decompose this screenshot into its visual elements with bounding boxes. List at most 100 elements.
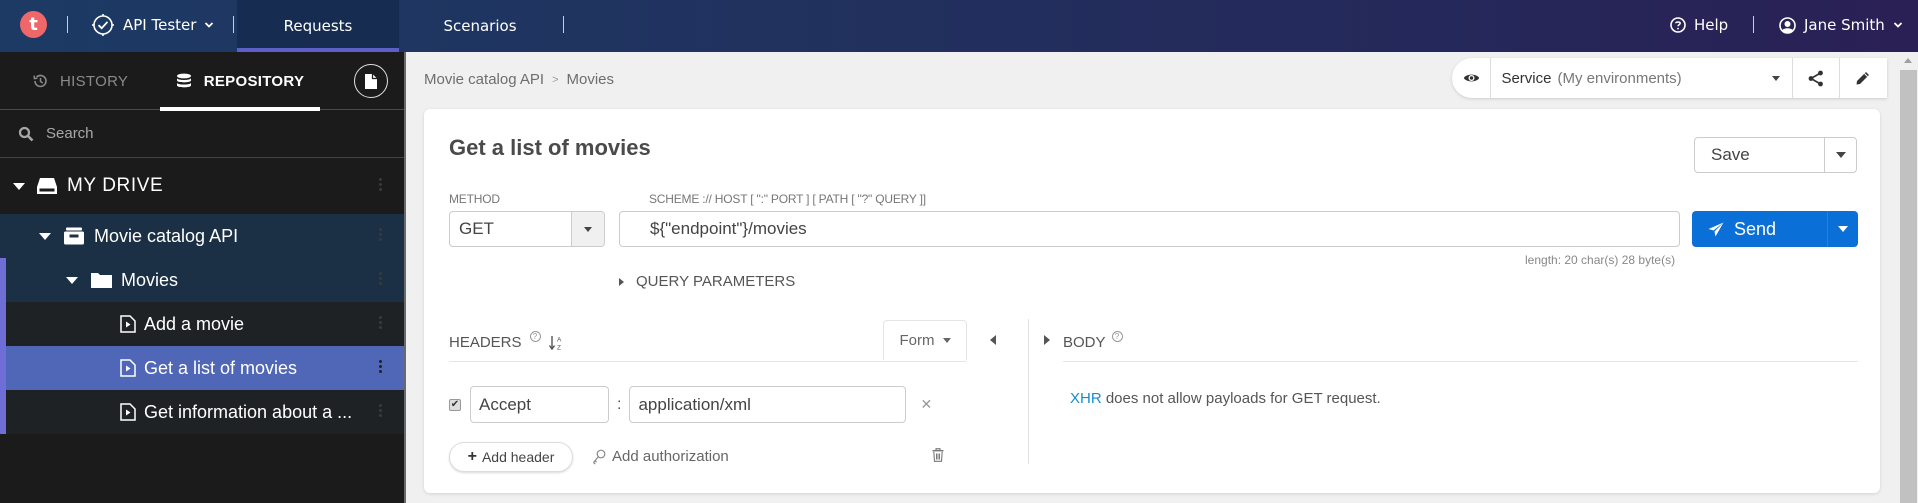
trash-icon[interactable]: [932, 448, 944, 462]
app-name: API Tester: [123, 16, 197, 34]
user-name: Jane Smith: [1804, 16, 1885, 34]
divider: [233, 16, 234, 33]
help-icon[interactable]: ?: [529, 331, 541, 342]
headers-mode-select[interactable]: Form: [883, 320, 967, 360]
caret-down-icon: [1835, 152, 1846, 158]
eye-icon: [1463, 74, 1479, 82]
environment-hint: (My environments): [1557, 69, 1682, 87]
environment-select[interactable]: Service (My environments): [1491, 58, 1793, 98]
search-icon: [18, 126, 34, 141]
more-options-icon[interactable]: [379, 404, 382, 417]
add-authorization-link[interactable]: Add authorization: [592, 448, 729, 465]
drive-icon: [37, 178, 57, 194]
send-button[interactable]: Send: [1692, 211, 1828, 247]
method-label: METHOD: [449, 192, 500, 206]
query-parameters-toggle[interactable]: QUERY PARAMETERS: [619, 273, 795, 290]
paper-plane-icon: [1708, 222, 1724, 236]
divider: [563, 16, 564, 33]
save-button[interactable]: Save: [1695, 138, 1825, 172]
selection-indicator: [0, 346, 6, 390]
tree-item-label: Add a movie: [144, 313, 245, 334]
tree-item-label: Movies: [121, 269, 179, 290]
tab-requests[interactable]: Requests: [237, 0, 399, 52]
tree-item-folder[interactable]: Movies: [0, 258, 404, 302]
add-header-button[interactable]: + Add header: [449, 442, 573, 472]
more-options-icon[interactable]: [379, 228, 382, 241]
tree-item-request-selected[interactable]: Get a list of movies: [0, 346, 404, 390]
more-options-icon[interactable]: [379, 178, 382, 191]
method-dropdown-button[interactable]: [571, 212, 604, 246]
caret-down-icon[interactable]: [13, 182, 25, 190]
api-box-icon: [64, 227, 84, 245]
sort-alpha-icon[interactable]: A Z: [548, 335, 563, 351]
sidebar: HISTORY REPOSITORY M: [0, 52, 406, 503]
tree-item-request[interactable]: Add a movie: [0, 302, 404, 346]
header-separator: :: [617, 395, 622, 413]
share-button[interactable]: [1793, 58, 1840, 98]
svg-text:Z: Z: [557, 344, 561, 351]
url-input[interactable]: [619, 211, 1680, 247]
app-logo[interactable]: t: [20, 11, 47, 38]
collapse-left-icon[interactable]: [990, 335, 996, 345]
method-select[interactable]: GET: [449, 211, 605, 247]
divider: [67, 16, 68, 33]
request-card: Get a list of movies Save METHOD SCHEME …: [424, 109, 1880, 493]
header-name-input[interactable]: [470, 386, 609, 423]
tab-scenarios[interactable]: Scenarios: [399, 0, 561, 52]
share-icon: [1808, 70, 1823, 86]
new-file-icon: [365, 73, 377, 89]
user-menu[interactable]: Jane Smith: [1779, 0, 1903, 50]
vertical-scrollbar[interactable]: [1899, 52, 1918, 503]
tree-item-api[interactable]: Movie catalog API: [0, 214, 404, 258]
check-circle-icon: [92, 14, 114, 36]
send-label: Send: [1734, 218, 1777, 239]
tab-history-label: HISTORY: [60, 72, 129, 90]
help-link[interactable]: Help: [1670, 0, 1728, 50]
header-row: ✔ : ✕: [449, 386, 932, 423]
send-button-group: Send: [1692, 211, 1858, 247]
help-label: Help: [1694, 16, 1729, 34]
request-file-icon: [120, 359, 136, 377]
tree-item-my-drive[interactable]: MY DRIVE: [0, 158, 404, 214]
scroll-up-arrow-icon[interactable]: [1904, 58, 1912, 63]
search-input[interactable]: [46, 125, 376, 142]
more-options-icon[interactable]: [379, 272, 382, 285]
header-enabled-checkbox[interactable]: ✔: [449, 398, 461, 411]
app-switcher[interactable]: API Tester: [91, 0, 214, 50]
remove-header-icon[interactable]: ✕: [920, 396, 932, 413]
plus-icon: +: [467, 448, 477, 465]
breadcrumb-item[interactable]: Movies: [567, 71, 615, 88]
tab-scenarios-label: Scenarios: [443, 17, 517, 35]
view-environment-button[interactable]: [1452, 58, 1492, 98]
body-message: XHR does not allow payloads for GET requ…: [1070, 390, 1381, 407]
header-value-input[interactable]: [629, 386, 907, 423]
tree-item-label: Movie catalog API: [94, 225, 239, 246]
more-options-icon[interactable]: [379, 360, 382, 373]
new-file-button[interactable]: [354, 64, 388, 98]
breadcrumb-item[interactable]: Movie catalog API: [424, 71, 544, 88]
more-options-icon[interactable]: [379, 316, 382, 329]
tab-history[interactable]: HISTORY: [32, 52, 128, 110]
caret-down-icon[interactable]: [66, 276, 78, 284]
edit-button[interactable]: [1840, 58, 1887, 98]
panel-divider[interactable]: [1028, 319, 1029, 464]
tree-item-request[interactable]: Get information about a ...: [0, 390, 404, 434]
save-options-button[interactable]: [1825, 138, 1856, 172]
caret-down-icon[interactable]: [39, 232, 51, 240]
caret-down-icon: [1771, 76, 1780, 81]
selection-indicator: [0, 258, 6, 302]
help-icon[interactable]: ?: [1111, 331, 1123, 342]
send-options-button[interactable]: [1828, 211, 1858, 247]
xhr-link[interactable]: XHR: [1070, 390, 1102, 407]
scrollbar-thumb[interactable]: [1900, 70, 1917, 503]
sidebar-search: [0, 110, 404, 158]
tree-item-label: Get a list of movies: [144, 357, 298, 378]
url-length: length: 20 char(s) 28 byte(s): [1525, 253, 1676, 267]
caret-right-icon: [619, 277, 624, 286]
tab-repository[interactable]: REPOSITORY: [160, 52, 320, 111]
collapse-right-icon[interactable]: [1044, 335, 1050, 345]
save-button-group: Save: [1694, 137, 1857, 173]
environment-bar: Service (My environments): [1452, 58, 1887, 98]
caret-down-icon: [942, 338, 951, 343]
chevron-right-icon: >: [552, 73, 559, 86]
